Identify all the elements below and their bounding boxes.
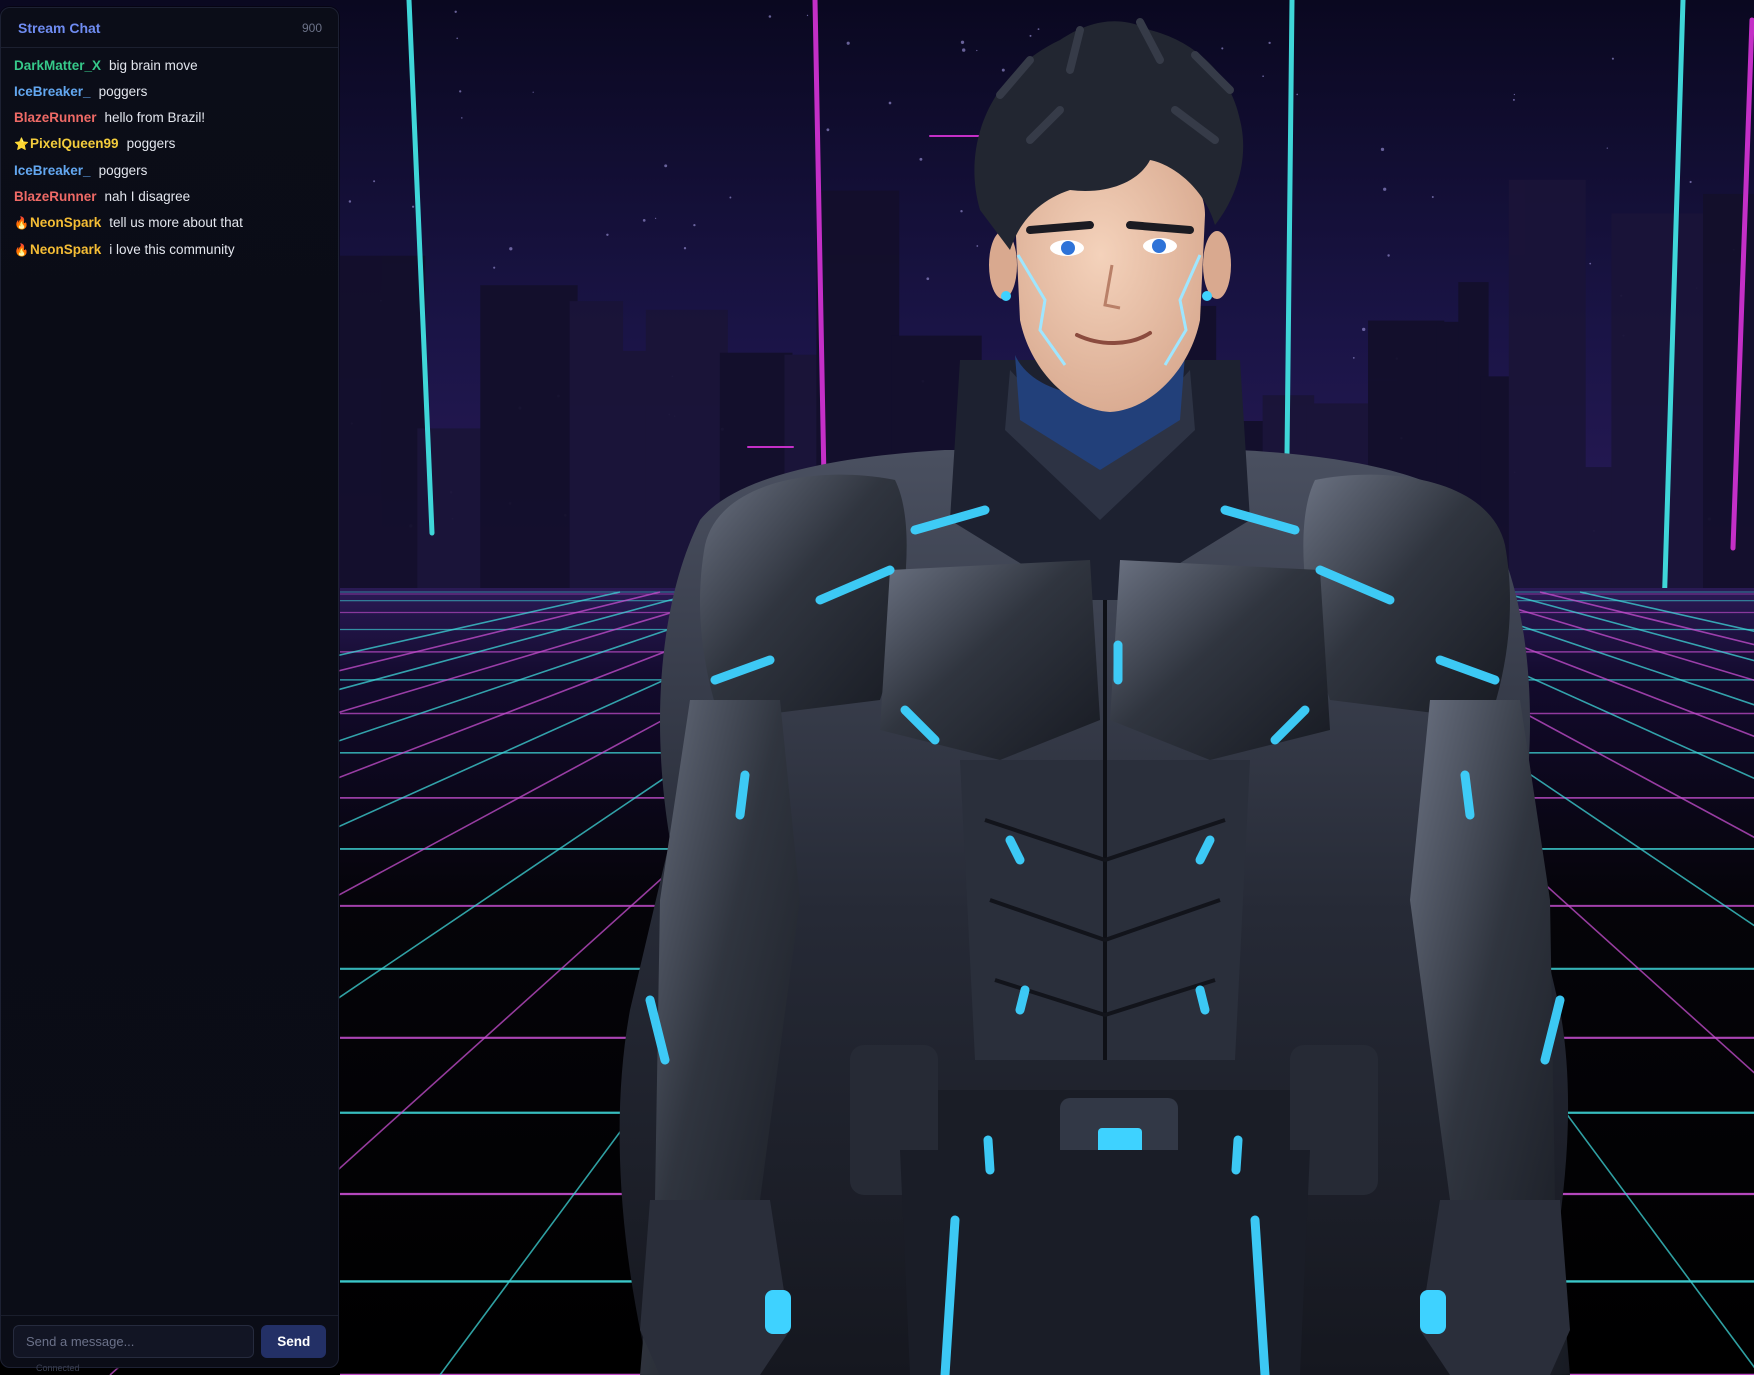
chat-message-text: i love this community	[109, 242, 235, 257]
chat-message: IceBreaker_ poggers	[14, 83, 326, 100]
chat-message: ⭐PixelQueen99 poggers	[14, 135, 326, 153]
chat-message: IceBreaker_ poggers	[14, 162, 326, 179]
chat-message-text: hello from Brazil!	[104, 110, 206, 125]
chat-username[interactable]: PixelQueen99	[30, 136, 119, 151]
chat-message: 🔥NeonSpark tell us more about that	[14, 214, 326, 232]
chat-title: Stream Chat	[18, 19, 101, 36]
star-badge-icon: ⭐	[14, 137, 29, 151]
chat-username[interactable]: DarkMatter_X	[14, 58, 101, 73]
chat-username[interactable]: NeonSpark	[30, 215, 101, 230]
chat-message-input[interactable]	[13, 1325, 255, 1358]
chat-header: Stream Chat 900	[1, 8, 338, 48]
chat-message-text: poggers	[126, 136, 176, 151]
chat-message: BlazeRunner hello from Brazil!	[14, 109, 326, 126]
chat-message: DarkMatter_X big brain move	[14, 57, 326, 74]
chat-username[interactable]: NeonSpark	[30, 242, 101, 257]
chat-username[interactable]: IceBreaker_	[14, 163, 91, 178]
send-button[interactable]: Send	[261, 1325, 326, 1358]
fire-badge-icon: 🔥	[14, 216, 29, 230]
viewer-count: 900	[301, 20, 322, 35]
chat-message-list[interactable]: DarkMatter_X big brain move IceBreaker_ pog…	[1, 48, 338, 1315]
chat-message: 🔥NeonSpark i love this community	[14, 241, 326, 259]
chat-message-text: nah I disagree	[104, 189, 191, 204]
chat-message-text: poggers	[98, 84, 148, 99]
chat-username[interactable]: BlazeRunner	[14, 110, 97, 125]
connection-status: Connected	[36, 1363, 80, 1373]
chat-message-text: poggers	[98, 163, 148, 178]
chat-username[interactable]: IceBreaker_	[14, 84, 91, 99]
chat-message-text: big brain move	[109, 58, 198, 73]
fire-badge-icon: 🔥	[14, 243, 29, 257]
chat-composer: Send	[1, 1315, 338, 1367]
chat-message: BlazeRunner nah I disagree	[14, 188, 326, 205]
chat-username[interactable]: BlazeRunner	[14, 189, 97, 204]
chat-panel: Stream Chat 900 DarkMatter_X big brain mo…	[0, 7, 339, 1368]
chat-message-text: tell us more about that	[109, 215, 243, 230]
